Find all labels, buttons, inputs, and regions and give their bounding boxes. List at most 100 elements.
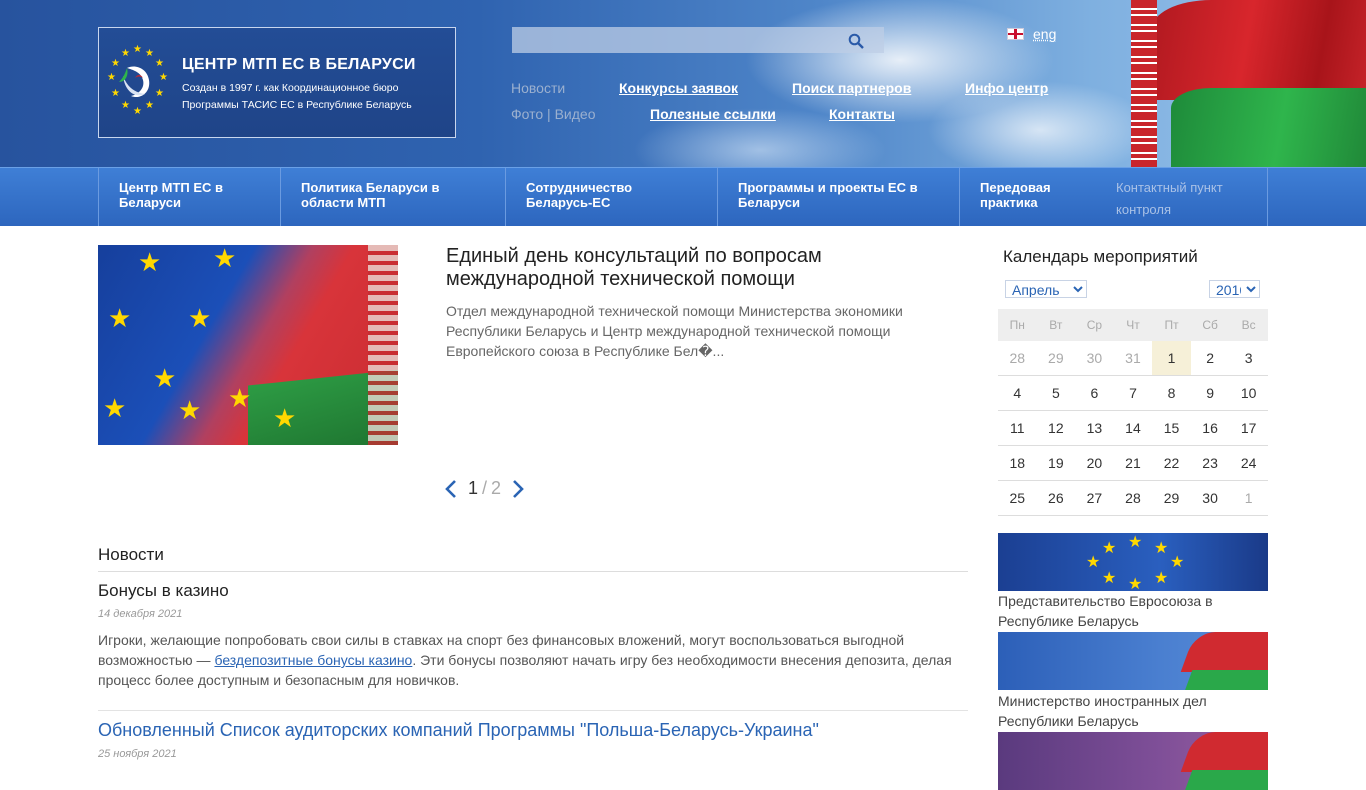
- chevron-right-icon[interactable]: [511, 479, 525, 499]
- no-deposit-bonus-link[interactable]: бездепозитные бонусы казино: [214, 652, 412, 668]
- calendar-day[interactable]: 16: [1191, 411, 1230, 446]
- svg-text:★: ★: [155, 88, 164, 99]
- calendar-week-row: 18 19 20 21 22 23 24: [998, 446, 1268, 481]
- calendar-week-row: 25 26 27 28 29 30 1: [998, 481, 1268, 516]
- calendar-day[interactable]: 4: [998, 376, 1037, 411]
- calendar-day[interactable]: 9: [1191, 376, 1230, 411]
- calendar-day[interactable]: 10: [1229, 376, 1268, 411]
- mfa-banner-image[interactable]: [998, 632, 1268, 690]
- svg-text:★: ★: [155, 58, 164, 69]
- main-navigation: Центр МТП ЕС в Беларуси Политика Беларус…: [0, 167, 1366, 226]
- main-nav-programs[interactable]: Программы и проекты ЕС в Беларуси: [717, 168, 959, 226]
- slider-pager: 1 / 2: [444, 478, 525, 499]
- svg-text:★: ★: [133, 44, 142, 55]
- belarus-flag-image: [1131, 0, 1366, 167]
- calendar-day[interactable]: 6: [1075, 376, 1114, 411]
- top-nav-contacts[interactable]: Контакты: [829, 106, 895, 122]
- svg-text:★: ★: [121, 48, 130, 59]
- main-nav-best-practice[interactable]: Передовая практика: [959, 168, 1116, 226]
- logo-subtitle-line2: Программы ТАСИС ЕС в Республике Беларусь: [182, 99, 412, 111]
- main-nav-center[interactable]: Центр МТП ЕС в Беларуси: [98, 168, 280, 226]
- calendar-day[interactable]: 13: [1075, 411, 1114, 446]
- site-logo[interactable]: ★ ★ ★ ★ ★ ★ ★ ★ ★ ★ ★ ★ ЦЕНТР МТП ЕС В БЕЛАРУСИ …: [98, 27, 456, 138]
- news-article-title[interactable]: Обновленный Список аудиторских компаний …: [98, 720, 819, 741]
- calendar-day[interactable]: 17: [1229, 411, 1268, 446]
- calendar-title: Календарь мероприятий: [1003, 247, 1198, 267]
- slide-image-eu-belarus-flags[interactable]: ★ ★ ★ ★ ★ ★ ★ ★ ★: [98, 245, 398, 445]
- calendar-day[interactable]: 18: [998, 446, 1037, 481]
- search-box: [512, 27, 884, 53]
- calendar-day[interactable]: 3: [1229, 341, 1268, 376]
- eu-delegation-banner-caption[interactable]: Представительство Евросоюза в Республике…: [998, 591, 1228, 631]
- calendar-day[interactable]: 8: [1152, 376, 1191, 411]
- calendar-day[interactable]: 19: [1037, 446, 1076, 481]
- calendar-day[interactable]: 12: [1037, 411, 1076, 446]
- slider-current-page: 1: [468, 478, 478, 499]
- calendar-day[interactable]: 29: [1037, 341, 1076, 376]
- calendar-day[interactable]: 2: [1191, 341, 1230, 376]
- calendar-day[interactable]: 23: [1191, 446, 1230, 481]
- calendar-day[interactable]: 25: [998, 481, 1037, 516]
- weekday-label: Пт: [1152, 309, 1191, 341]
- calendar-day[interactable]: 24: [1229, 446, 1268, 481]
- news-article-date: 25 ноября 2021: [98, 748, 177, 760]
- svg-text:★: ★: [111, 58, 120, 69]
- calendar-day[interactable]: 1: [1229, 481, 1268, 516]
- calendar-day[interactable]: 7: [1114, 376, 1153, 411]
- top-nav-useful-links[interactable]: Полезные ссылки: [650, 106, 776, 122]
- calendar-day[interactable]: 14: [1114, 411, 1153, 446]
- calendar-day[interactable]: 30: [1075, 341, 1114, 376]
- calendar-day[interactable]: 27: [1075, 481, 1114, 516]
- svg-text:★: ★: [159, 72, 168, 83]
- calendar-day[interactable]: 29: [1152, 481, 1191, 516]
- top-nav-info-center[interactable]: Инфо центр: [965, 80, 1048, 96]
- search-input[interactable]: [512, 27, 848, 53]
- top-nav-photo-video[interactable]: Фото | Видео: [511, 106, 595, 122]
- slide-title[interactable]: Единый день консультаций по вопросам меж…: [446, 245, 866, 291]
- news-article-title[interactable]: Бонусы в казино: [98, 581, 229, 601]
- logo-subtitle-line1: Создан в 1997 г. как Координационное бюр…: [182, 82, 398, 94]
- calendar-day[interactable]: 20: [1075, 446, 1114, 481]
- weekday-label: Вт: [1037, 309, 1076, 341]
- main-nav-cooperation[interactable]: Сотрудничество Беларусь-ЕС: [505, 168, 717, 226]
- nav-divider: [1267, 168, 1268, 226]
- eu-delegation-banner-image[interactable]: ★ ★ ★ ★ ★ ★ ★ ★: [998, 533, 1268, 591]
- svg-text:★: ★: [107, 72, 116, 83]
- english-language-link[interactable]: eng: [1033, 26, 1056, 42]
- search-icon[interactable]: [848, 33, 864, 49]
- calendar-day[interactable]: 28: [1114, 481, 1153, 516]
- top-nav-contests[interactable]: Конкурсы заявок: [619, 80, 738, 96]
- uk-flag-icon: [1007, 28, 1024, 40]
- calendar-day[interactable]: 11: [998, 411, 1037, 446]
- calendar-weekday-row: Пн Вт Ср Чт Пт Сб Вс: [998, 309, 1268, 341]
- calendar-day[interactable]: 30: [1191, 481, 1230, 516]
- main-nav-contact-point[interactable]: Контактный пункт контроля: [1116, 168, 1267, 226]
- svg-text:★: ★: [133, 106, 142, 117]
- calendar-day[interactable]: 26: [1037, 481, 1076, 516]
- calendar-day[interactable]: 21: [1114, 446, 1153, 481]
- weekday-label: Сб: [1191, 309, 1230, 341]
- calendar-week-row: 4 5 6 7 8 9 10: [998, 376, 1268, 411]
- slide-text: Отдел международной технической помощи М…: [446, 301, 926, 361]
- calendar-year-select[interactable]: 2016: [1209, 280, 1260, 298]
- mfa-banner-caption[interactable]: Министерство иностранных дел Республики …: [998, 691, 1228, 731]
- slider-separator: /: [482, 478, 487, 499]
- svg-text:★: ★: [111, 88, 120, 99]
- news-heading: Новости: [98, 545, 968, 572]
- weekday-label: Чт: [1114, 309, 1153, 341]
- top-nav-news[interactable]: Новости: [511, 80, 565, 96]
- top-nav-partner-search[interactable]: Поиск партнеров: [792, 80, 911, 96]
- third-banner-image[interactable]: [998, 732, 1268, 790]
- calendar-day[interactable]: 5: [1037, 376, 1076, 411]
- calendar-day[interactable]: 28: [998, 341, 1037, 376]
- calendar-day[interactable]: 31: [1114, 341, 1153, 376]
- calendar-month-select[interactable]: Апрель: [1005, 280, 1087, 298]
- calendar-day-today[interactable]: 1: [1152, 341, 1191, 376]
- site-header: ★ ★ ★ ★ ★ ★ ★ ★ ★ ★ ★ ★ ЦЕНТР МТП ЕС В БЕЛАРУСИ …: [0, 0, 1366, 167]
- logo-title: ЦЕНТР МТП ЕС В БЕЛАРУСИ: [182, 56, 416, 74]
- news-divider: [98, 710, 968, 711]
- calendar-day[interactable]: 22: [1152, 446, 1191, 481]
- calendar-day[interactable]: 15: [1152, 411, 1191, 446]
- chevron-left-icon[interactable]: [444, 479, 458, 499]
- main-nav-policy[interactable]: Политика Беларуси в области МТП: [280, 168, 505, 226]
